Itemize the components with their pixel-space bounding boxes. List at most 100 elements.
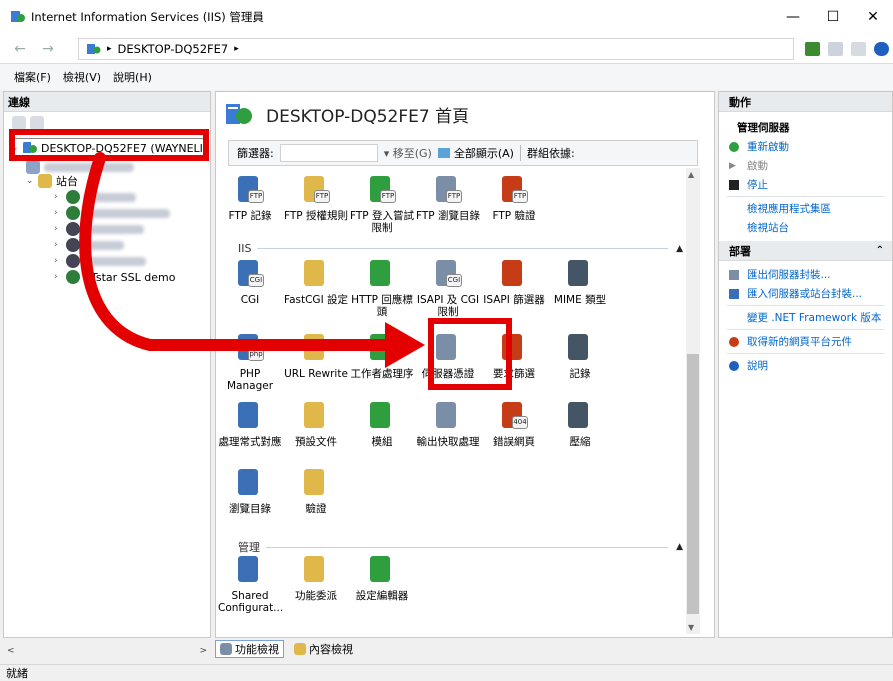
section-iis-header: IIS ▲ [238,242,683,255]
minimize-button[interactable]: — [773,0,813,34]
back-arrow-icon[interactable]: ← [8,37,32,61]
scrollbar-thumb[interactable] [687,354,699,614]
feature-label: 驗證 [305,503,327,515]
filter-label: 篩選器: [237,147,274,160]
feature-mgmt-2[interactable]: 設定編輯器 [350,554,414,602]
feature-label: 壓縮 [569,436,591,448]
close-button[interactable]: ✕ [853,0,893,34]
feature-label: FTP 記錄 [228,210,272,222]
action-stop[interactable]: 停止 [719,175,892,194]
help-toolbar-icon[interactable] [874,42,889,56]
features-scrollbar[interactable]: ▲ ▼ [686,168,700,634]
chevron-right-icon[interactable]: › [54,272,66,282]
feature-iis2-2[interactable]: 工作者處理序 [350,332,414,380]
connections-hscrollbar[interactable]: < > [3,643,211,659]
feature-ftp-3[interactable]: FTP FTP 瀏覽目錄 [416,174,480,222]
save-icon[interactable] [30,116,44,130]
menu-bar: 檔案(F) 檢視(V) 說明(H) [0,64,893,90]
feature-ftp-0[interactable]: FTP FTP 記錄 [218,174,282,222]
maximize-button[interactable]: ☐ [813,0,853,34]
chevron-right-icon[interactable]: › [54,224,66,234]
filter-input[interactable] [279,144,378,162]
globe-icon [66,270,80,284]
breadcrumb-separator: ▸ [107,44,112,54]
breadcrumb-server[interactable]: DESKTOP-DQ52FE7 [118,42,229,56]
chevron-right-icon[interactable]: › [54,256,66,266]
chevron-right-icon[interactable]: › [54,208,66,218]
feature-iis2-0[interactable]: php PHP Manager [218,332,282,392]
action-export-package[interactable]: 匯出伺服器封裝... [719,265,892,284]
scroll-up-icon[interactable]: ▲ [688,170,694,179]
show-all-button[interactable]: 全部顯示(A) [454,145,514,161]
goto-button[interactable]: ▾ 移至(G) [384,145,432,161]
feature-iis1-4[interactable]: ISAPI 篩選器 [482,258,546,306]
feature-mgmt-1[interactable]: 功能委派 [284,554,348,602]
action-restart-label: 重新啟動 [747,141,789,153]
connect-icon[interactable] [12,116,26,130]
feature-icon [300,332,332,364]
feature-iis3-5[interactable]: 壓縮 [548,400,612,448]
action-import-label: 匯入伺服器或站台封裝... [747,288,863,300]
action-view-app-pools[interactable]: 檢視應用程式集區 [719,199,892,218]
feature-iis3-4[interactable]: 404 錯誤網頁 [482,400,546,448]
feature-icon [234,554,266,586]
feature-iis2-5[interactable]: 記錄 [548,332,612,380]
feature-ftp-4[interactable]: FTP FTP 驗證 [482,174,546,222]
chevron-right-icon[interactable]: › [54,240,66,250]
action-change-framework[interactable]: 變更 .NET Framework 版本 [719,308,892,327]
blurred-label [84,192,136,202]
globe-icon [66,190,80,204]
refresh-toolbar-icon[interactable] [805,42,820,56]
feature-icon: CGI [432,258,464,290]
collapse-up-icon[interactable]: ▲ [676,542,683,552]
feature-iis1-0[interactable]: CGI CGI [218,258,282,306]
feature-ftp-2[interactable]: FTP FTP 登入嘗試限制 [350,174,414,234]
action-restart[interactable]: 重新啟動 [719,137,892,156]
menu-view[interactable]: 檢視(V) [63,69,101,85]
feature-mgmt-0[interactable]: Shared Configurat... [218,554,283,614]
feature-iis3-0[interactable]: 處理常式對應 [218,400,282,448]
feature-iis1-1[interactable]: FastCGI 設定 [284,258,348,306]
chevron-right-icon[interactable]: › [54,192,66,202]
feature-iis4-1[interactable]: 驗證 [284,467,348,515]
tab-features-view[interactable]: 功能檢視 [215,640,284,658]
scroll-down-icon[interactable]: ▼ [688,623,694,632]
stop-icon [729,179,739,190]
feature-ftp-1[interactable]: FTP FTP 授權規則 [284,174,348,222]
action-view-sites[interactable]: 檢視站台 [719,218,892,237]
menu-file[interactable]: 檔案(F) [14,69,51,85]
collapse-up-icon[interactable]: ▲ [676,244,683,254]
deploy-header: 部署 ⌃ [719,241,892,261]
action-get-components[interactable]: 取得新的網頁平台元件 [719,332,892,351]
scroll-right-icon[interactable]: > [199,646,207,656]
tab-content-view[interactable]: 內容檢視 [290,640,357,658]
feature-iis1-3[interactable]: CGI ISAPI 及 CGI 限制 [416,258,480,318]
feature-label: PHP Manager [226,368,274,392]
feature-iis3-1[interactable]: 預設文件 [284,400,348,448]
feature-label: 瀏覽目錄 [229,503,271,515]
feature-iis1-5[interactable]: MIME 類型 [548,258,612,306]
content-view-icon [294,643,306,655]
menu-help[interactable]: 說明(H) [113,69,152,85]
home-toolbar-icon[interactable] [851,42,866,56]
action-help[interactable]: 說明 [719,356,892,375]
forward-arrow-icon[interactable]: → [36,37,60,61]
feature-iis3-2[interactable]: 模組 [350,400,414,448]
address-bar[interactable]: ▸ DESKTOP-DQ52FE7 ▸ [78,38,794,60]
stop-toolbar-icon[interactable] [828,42,843,56]
collapse-up-icon[interactable]: ⌃ [876,245,884,256]
connections-panel: 連線 ⌄ DESKTOP-DQ52FE7 (WAYNELI ⌄ 站台 › › ›… [3,91,211,638]
scroll-left-icon[interactable]: < [7,646,15,656]
title-bar: Internet Information Services (IIS) 管理員 … [0,0,893,34]
blurred-label [84,208,170,218]
tree-item-ssl-site[interactable]: › pTstar SSL demo [54,268,175,286]
action-start[interactable]: ▶ 啟動 [719,156,892,175]
feature-iis2-1[interactable]: URL Rewrite [284,332,348,380]
action-import-package[interactable]: 匯入伺服器或站台封裝... [719,284,892,303]
chevron-down-icon[interactable]: ⌄ [26,176,38,186]
feature-iis4-0[interactable]: 瀏覽目錄 [218,467,282,515]
feature-label: 輸出快取處理 [416,436,480,448]
group-by-label[interactable]: 群組依據: [519,145,575,161]
feature-iis3-3[interactable]: 輸出快取處理 [416,400,480,448]
feature-iis1-2[interactable]: HTTP 回應標頭 [350,258,414,318]
